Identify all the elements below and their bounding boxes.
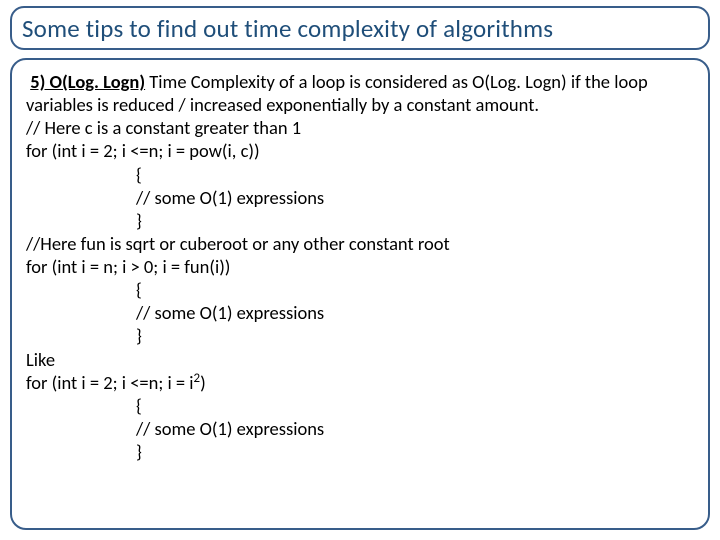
- code-comment-2: //Here fun is sqrt or cuberoot or any ot…: [26, 232, 450, 255]
- code-brace-close-2: }: [136, 324, 142, 347]
- code-brace-open-1: {: [136, 163, 142, 186]
- item-label: 5) O(Log. Logn): [30, 70, 145, 93]
- code-for-1: for (int i = 2; i <=n; i = pow(i, c)): [26, 139, 260, 162]
- slide-title-box: Some tips to find out time complexity of…: [10, 6, 710, 50]
- code-brace-close-1: }: [136, 209, 142, 232]
- code-like: Like: [26, 348, 55, 371]
- slide-title: Some tips to find out time complexity of…: [22, 13, 553, 44]
- code-comment-1: // Here c is a constant greater than 1: [26, 116, 301, 139]
- code-expr-2: // some O(1) expressions: [136, 301, 324, 324]
- code-brace-close-3: }: [136, 440, 142, 463]
- code-for-2: for (int i = n; i > 0; i = fun(i)): [26, 255, 230, 278]
- slide-body: 5) O(Log. Logn) Time Complexity of a loo…: [26, 70, 694, 463]
- code-for-3a: for (int i = 2; i <=n; i = i: [26, 371, 194, 394]
- code-brace-open-2: {: [136, 278, 142, 301]
- slide: { "title": "Some tips to find out time c…: [0, 0, 720, 540]
- slide-body-box: 5) O(Log. Logn) Time Complexity of a loo…: [10, 58, 710, 530]
- code-for-3b: ): [200, 371, 206, 394]
- code-expr-1: // some O(1) expressions: [136, 186, 324, 209]
- code-brace-open-3: {: [136, 394, 142, 417]
- code-expr-3: // some O(1) expressions: [136, 417, 324, 440]
